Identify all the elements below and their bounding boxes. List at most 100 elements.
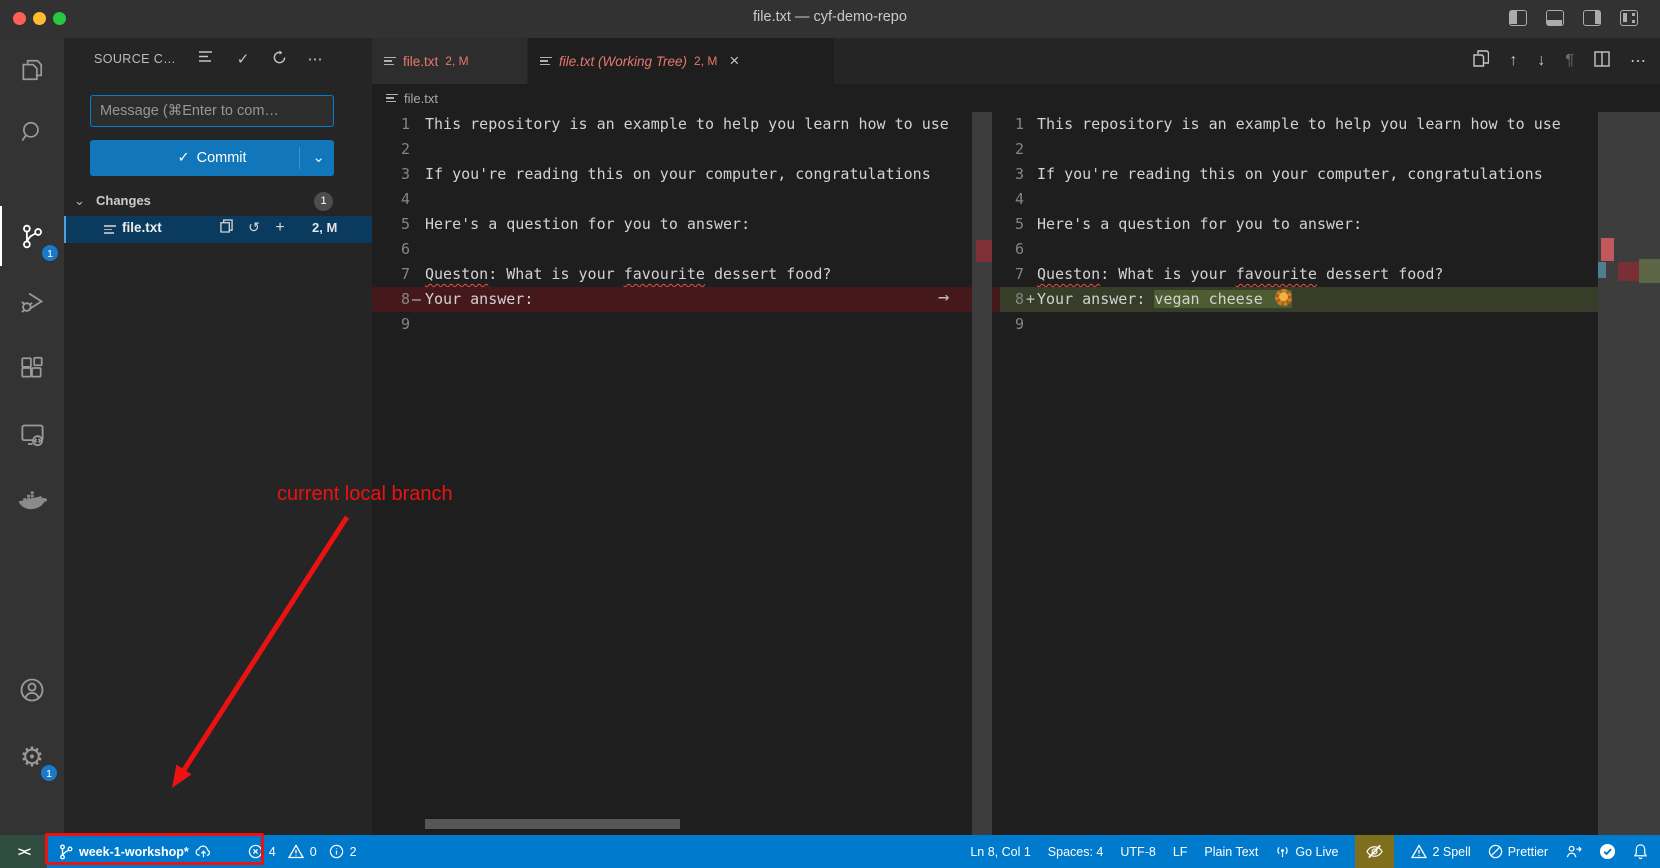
- changes-section-header[interactable]: ⌄ Changes 1: [64, 190, 372, 214]
- open-changes-icon[interactable]: [1473, 50, 1489, 72]
- change-mark: [1601, 238, 1614, 261]
- toggle-panel-icon[interactable]: [1546, 10, 1564, 26]
- split-editor-icon[interactable]: [1594, 51, 1610, 72]
- settings-badge: 1: [40, 764, 58, 782]
- docker-icon[interactable]: [0, 476, 64, 524]
- refresh-icon[interactable]: [268, 50, 290, 69]
- line-number: 2: [372, 137, 410, 162]
- indentation-item[interactable]: Spaces: 4: [1048, 845, 1104, 859]
- editor-tab-bar: file.txt 2, M file.txt (Working Tree) 2,…: [372, 38, 1660, 84]
- diff-sign: –: [412, 287, 421, 312]
- line-number: 9: [1000, 312, 1024, 337]
- git-branch-icon: [59, 844, 73, 860]
- accounts-icon[interactable]: [0, 666, 64, 714]
- line-number: 4: [372, 187, 410, 212]
- render-whitespace-icon[interactable]: ¶: [1565, 52, 1574, 70]
- stage-changes-icon[interactable]: +: [270, 219, 290, 237]
- breadcrumb[interactable]: file.txt: [372, 84, 1660, 112]
- text-file-icon: [104, 223, 116, 236]
- source-control-sidebar: SOURCE C… ✓ ⋯ ✓ Commit ⌄ ⌄ Changes 1 fil…: [64, 38, 372, 835]
- encoding-item[interactable]: UTF-8: [1120, 845, 1155, 859]
- info-count: 2: [350, 845, 357, 859]
- horizontal-scrollbar[interactable]: [425, 819, 680, 829]
- commit-message-input[interactable]: [90, 95, 334, 127]
- previous-change-icon[interactable]: ↑: [1509, 52, 1517, 70]
- commit-button[interactable]: ✓ Commit ⌄: [90, 140, 334, 176]
- tab-file-txt[interactable]: file.txt 2, M: [372, 38, 527, 84]
- diff-editor: 1This repository is an example to help y…: [372, 112, 1660, 835]
- info-icon: [329, 844, 344, 859]
- line-number: 2: [1000, 137, 1024, 162]
- toggle-primary-sidebar-icon[interactable]: [1509, 10, 1527, 26]
- extensions-icon[interactable]: [0, 344, 64, 392]
- tab-file-txt-working-tree[interactable]: file.txt (Working Tree) 2, M ×: [528, 38, 834, 84]
- code-line: 2: [1000, 137, 1660, 162]
- text-segment: : What is your: [1100, 265, 1235, 283]
- run-debug-icon[interactable]: [0, 278, 64, 326]
- language-mode-item[interactable]: Plain Text: [1204, 845, 1258, 859]
- explorer-icon[interactable]: [0, 46, 64, 94]
- circle-slash-icon: [1488, 844, 1503, 859]
- close-tab-icon[interactable]: ×: [729, 51, 739, 71]
- code-line: 4: [372, 187, 1000, 212]
- collapse-chevron-icon: ⌄: [74, 193, 85, 209]
- errors-count: 4: [269, 845, 276, 859]
- code-line: 3If you're reading this on your computer…: [372, 162, 1000, 187]
- publish-sync-icon[interactable]: [195, 844, 212, 859]
- line-number: 4: [1000, 187, 1024, 212]
- remote-explorer-icon[interactable]: [0, 410, 64, 458]
- commit-check-icon[interactable]: ✓: [232, 50, 254, 68]
- right-pane-scrollbar[interactable]: [1598, 112, 1618, 835]
- discard-changes-icon[interactable]: ↺: [244, 219, 264, 236]
- toggle-secondary-sidebar-icon[interactable]: [1583, 10, 1601, 26]
- line-number: 8: [1000, 287, 1024, 312]
- status-bar: >< week-1-workshop* 4 0 2 Ln 8,: [0, 835, 1660, 868]
- tab-problem-badge: 2, M: [445, 54, 468, 68]
- left-pane-scrollbar[interactable]: [972, 112, 992, 835]
- changes-count-badge: 1: [314, 192, 333, 211]
- text-segment: : What is your: [488, 265, 623, 283]
- changed-file-row[interactable]: file.txt ↺ + 2, M: [64, 216, 372, 243]
- line-text: Your answer: vegan cheese: [1037, 287, 1292, 312]
- prettier-item[interactable]: Prettier: [1488, 844, 1548, 859]
- file-status-badge: 2, M: [312, 220, 337, 235]
- spell-item[interactable]: 2 Spell: [1411, 844, 1470, 859]
- tab-problem-badge: 2, M: [694, 54, 717, 68]
- inserted-text: vegan cheese: [1154, 290, 1291, 308]
- diff-change-arrow-icon[interactable]: →: [938, 286, 949, 308]
- more-actions-icon[interactable]: ⋯: [1630, 51, 1646, 71]
- remote-indicator[interactable]: ><: [0, 835, 47, 868]
- line-text: Your answer:: [425, 287, 533, 312]
- code-line: 6: [1000, 237, 1660, 262]
- code-line: 3If you're reading this on your computer…: [1000, 162, 1660, 187]
- cursor-mark: [1598, 262, 1606, 278]
- spell-checker-disabled-item[interactable]: [1355, 835, 1394, 868]
- line-number: 7: [1000, 262, 1024, 287]
- tracking-check-icon[interactable]: [1599, 843, 1616, 860]
- scm-graph-icon[interactable]: [194, 50, 216, 67]
- git-branch-item[interactable]: week-1-workshop*: [47, 844, 222, 860]
- breadcrumb-file[interactable]: file.txt: [404, 91, 438, 106]
- eol-item[interactable]: LF: [1173, 845, 1188, 859]
- line-text: If you're reading this on your computer,…: [425, 162, 931, 187]
- more-actions-icon[interactable]: ⋯: [304, 50, 326, 68]
- commit-dropdown-icon[interactable]: ⌄: [312, 148, 325, 166]
- source-control-icon[interactable]: 1: [0, 212, 64, 260]
- search-icon[interactable]: [0, 108, 64, 156]
- next-change-icon[interactable]: ↓: [1537, 52, 1545, 70]
- notifications-bell-icon[interactable]: [1633, 843, 1648, 860]
- customize-layout-icon[interactable]: [1620, 10, 1638, 26]
- mooncake-emoji: [1275, 289, 1292, 306]
- line-text: Queston: What is your favourite dessert …: [1037, 262, 1443, 287]
- go-live-item[interactable]: Go Live: [1275, 844, 1338, 859]
- text-file-icon: [384, 55, 396, 68]
- diff-pane-modified[interactable]: 1This repository is an example to help y…: [1000, 112, 1660, 835]
- cursor-position-item[interactable]: Ln 8, Col 1: [970, 845, 1030, 859]
- problems-item[interactable]: 4 0 2: [248, 844, 357, 859]
- feedback-person-icon[interactable]: [1565, 844, 1582, 859]
- settings-gear-icon[interactable]: ⚙ 1: [0, 733, 64, 781]
- scm-badge: 1: [41, 244, 59, 262]
- line-text: Queston: What is your favourite dessert …: [425, 262, 831, 287]
- diff-pane-original[interactable]: 1This repository is an example to help y…: [372, 112, 1000, 835]
- open-file-icon[interactable]: [216, 219, 236, 236]
